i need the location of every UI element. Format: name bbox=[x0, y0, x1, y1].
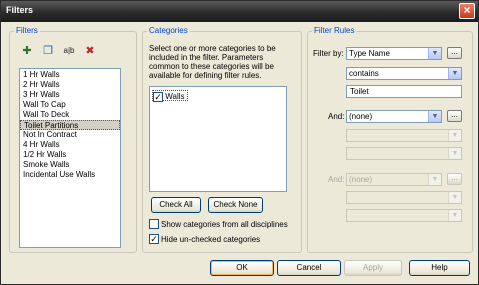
filter-by-ellipsis-button[interactable]: ... bbox=[447, 47, 462, 59]
and1-combo[interactable]: (none) ▼ bbox=[346, 110, 442, 123]
title-bar: Filters × bbox=[1, 1, 478, 22]
hide-unchecked-checkbox[interactable]: ✓ bbox=[149, 234, 159, 244]
new-filter-icon[interactable]: ✚ bbox=[20, 44, 34, 58]
filters-group-title: Filters bbox=[14, 26, 40, 35]
filter-by-label: Filter by: bbox=[313, 49, 344, 58]
operator-combo[interactable]: contains ▼ bbox=[346, 67, 462, 80]
and2-ellipsis-button[interactable]: ... bbox=[447, 173, 462, 185]
filter-list-item[interactable]: Wall To Deck bbox=[20, 110, 120, 120]
chevron-down-icon: ▼ bbox=[448, 192, 461, 203]
filter-list-item[interactable]: Not In Contract bbox=[20, 130, 120, 140]
window-title: Filters bbox=[6, 5, 34, 15]
show-all-disciplines-label: Show categories from all disciplines bbox=[161, 220, 288, 229]
chevron-down-icon: ▼ bbox=[448, 68, 461, 79]
rename-filter-icon[interactable]: a|b bbox=[62, 44, 76, 58]
filter-list-item[interactable]: Toilet Partitions bbox=[20, 120, 120, 130]
and1-value-combo[interactable]: ▼ bbox=[346, 147, 462, 160]
chevron-down-icon: ▼ bbox=[448, 130, 461, 141]
category-item-walls[interactable]: ✓ Walls bbox=[152, 90, 188, 102]
close-button[interactable]: × bbox=[459, 3, 475, 19]
hide-unchecked-label: Hide un-checked categories bbox=[161, 235, 261, 244]
operator-value: contains bbox=[349, 69, 379, 78]
and2-value: (none) bbox=[349, 175, 373, 184]
categories-group-title: Categories bbox=[147, 26, 190, 35]
filter-rules-group-title: Filter Rules bbox=[312, 26, 357, 35]
check-none-button[interactable]: Check None bbox=[208, 197, 263, 213]
filter-list-item[interactable]: Smoke Walls bbox=[20, 160, 120, 170]
filter-list-item[interactable]: 2 Hr Walls bbox=[20, 80, 120, 90]
filter-by-value: Type Name bbox=[349, 49, 390, 58]
and1-operator-combo[interactable]: ▼ bbox=[346, 129, 462, 142]
filters-dialog: Filters × Filters ✚ ❐ a|b ✖ 1 Hr Walls 2 Hr … bbox=[0, 0, 479, 285]
close-icon: × bbox=[463, 3, 471, 17]
and2-operator-combo[interactable]: ▼ bbox=[346, 191, 462, 204]
filter-list-item[interactable]: Incidental Use Walls bbox=[20, 170, 120, 180]
ok-button[interactable]: OK bbox=[210, 260, 274, 276]
filters-list[interactable]: 1 Hr Walls 2 Hr Walls 3 Hr Walls Wall To Ca… bbox=[19, 68, 121, 248]
check-all-button[interactable]: Check All bbox=[151, 197, 201, 213]
chevron-down-icon: ▼ bbox=[428, 48, 441, 59]
delete-filter-icon[interactable]: ✖ bbox=[83, 44, 97, 58]
duplicate-filter-icon[interactable]: ❐ bbox=[41, 44, 55, 58]
help-button[interactable]: Help bbox=[409, 260, 470, 276]
filter-list-item[interactable]: 1/2 Hr Walls bbox=[20, 150, 120, 160]
apply-button[interactable]: Apply bbox=[344, 260, 402, 276]
filter-list-item[interactable]: 3 Hr Walls bbox=[20, 90, 120, 100]
and1-ellipsis-button[interactable]: ... bbox=[447, 110, 462, 122]
filter-by-combo[interactable]: Type Name ▼ bbox=[346, 47, 442, 60]
cancel-button[interactable]: Cancel bbox=[277, 260, 341, 276]
category-walls-checkbox[interactable]: ✓ bbox=[153, 92, 163, 102]
and1-label: And: bbox=[328, 112, 345, 121]
chevron-down-icon: ▼ bbox=[428, 111, 441, 122]
category-walls-label: Walls bbox=[165, 92, 185, 101]
filter-list-item[interactable]: Wall To Cap bbox=[20, 100, 120, 110]
filter-value-input[interactable]: Toilet bbox=[346, 85, 462, 98]
filter-list-item[interactable]: 4 Hr Walls bbox=[20, 140, 120, 150]
and2-combo[interactable]: (none) ▼ bbox=[346, 173, 442, 186]
chevron-down-icon: ▼ bbox=[428, 174, 441, 185]
filter-list-item[interactable]: 1 Hr Walls bbox=[20, 70, 120, 80]
and2-label: And: bbox=[328, 175, 345, 184]
chevron-down-icon: ▼ bbox=[448, 148, 461, 159]
and1-value: (none) bbox=[349, 112, 373, 121]
chevron-down-icon: ▼ bbox=[448, 210, 461, 221]
categories-description: Select one or more categories to be incl… bbox=[149, 44, 276, 80]
show-all-disciplines-checkbox[interactable] bbox=[149, 219, 159, 229]
categories-list[interactable]: ✓ Walls bbox=[149, 86, 287, 192]
and2-value-combo[interactable]: ▼ bbox=[346, 209, 462, 222]
